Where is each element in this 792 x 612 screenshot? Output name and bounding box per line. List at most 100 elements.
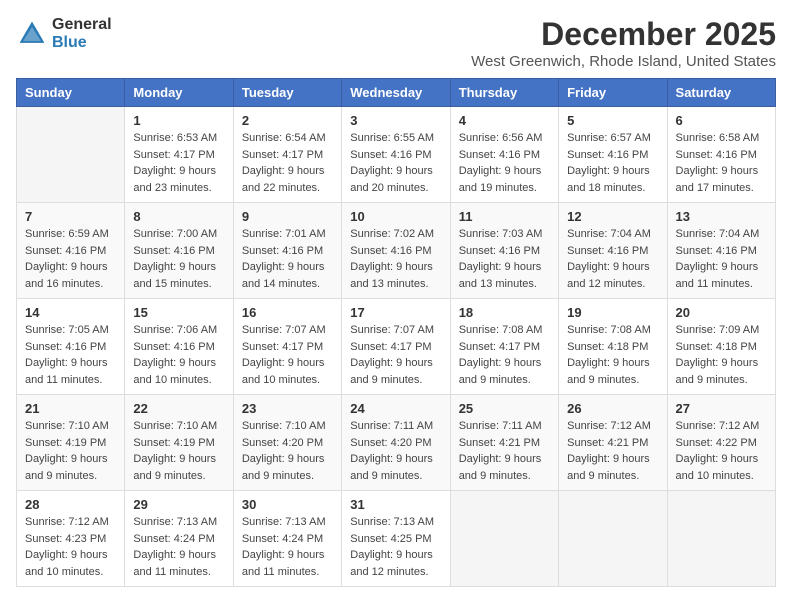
sunrise-text: Sunrise: 7:04 AM [567, 228, 651, 240]
day-info: Sunrise: 7:05 AM Sunset: 4:16 PM Dayligh… [25, 322, 116, 388]
day-info: Sunrise: 7:11 AM Sunset: 4:21 PM Dayligh… [459, 418, 550, 484]
calendar-cell: 21 Sunrise: 7:10 AM Sunset: 4:19 PM Dayl… [17, 395, 125, 491]
sunset-text: Sunset: 4:16 PM [133, 245, 214, 257]
daylight-text: Daylight: 9 hours and 16 minutes. [25, 261, 108, 290]
day-number: 4 [459, 113, 550, 128]
weekday-header: Friday [559, 79, 667, 107]
weekday-header: Tuesday [233, 79, 341, 107]
sunrise-text: Sunrise: 7:13 AM [133, 516, 217, 528]
day-number: 7 [25, 209, 116, 224]
weekday-header: Saturday [667, 79, 775, 107]
day-number: 16 [242, 305, 333, 320]
day-number: 29 [133, 497, 224, 512]
day-info: Sunrise: 7:08 AM Sunset: 4:18 PM Dayligh… [567, 322, 658, 388]
day-info: Sunrise: 7:04 AM Sunset: 4:16 PM Dayligh… [676, 226, 767, 292]
sunrise-text: Sunrise: 7:12 AM [567, 420, 651, 432]
sunset-text: Sunset: 4:18 PM [567, 341, 648, 353]
sunset-text: Sunset: 4:16 PM [459, 245, 540, 257]
sunrise-text: Sunrise: 7:10 AM [133, 420, 217, 432]
daylight-text: Daylight: 9 hours and 11 minutes. [676, 261, 759, 290]
calendar-cell: 29 Sunrise: 7:13 AM Sunset: 4:24 PM Dayl… [125, 491, 233, 587]
day-info: Sunrise: 7:12 AM Sunset: 4:22 PM Dayligh… [676, 418, 767, 484]
day-number: 31 [350, 497, 441, 512]
day-info: Sunrise: 6:54 AM Sunset: 4:17 PM Dayligh… [242, 130, 333, 196]
calendar-cell: 22 Sunrise: 7:10 AM Sunset: 4:19 PM Dayl… [125, 395, 233, 491]
month-title: December 2025 [471, 16, 776, 53]
day-number: 1 [133, 113, 224, 128]
daylight-text: Daylight: 9 hours and 9 minutes. [567, 357, 650, 386]
weekday-header: Monday [125, 79, 233, 107]
sunrise-text: Sunrise: 7:06 AM [133, 324, 217, 336]
calendar-cell: 20 Sunrise: 7:09 AM Sunset: 4:18 PM Dayl… [667, 299, 775, 395]
daylight-text: Daylight: 9 hours and 14 minutes. [242, 261, 325, 290]
daylight-text: Daylight: 9 hours and 15 minutes. [133, 261, 216, 290]
calendar-cell: 13 Sunrise: 7:04 AM Sunset: 4:16 PM Dayl… [667, 203, 775, 299]
calendar-cell: 10 Sunrise: 7:02 AM Sunset: 4:16 PM Dayl… [342, 203, 450, 299]
calendar-cell: 27 Sunrise: 7:12 AM Sunset: 4:22 PM Dayl… [667, 395, 775, 491]
daylight-text: Daylight: 9 hours and 18 minutes. [567, 165, 650, 194]
daylight-text: Daylight: 9 hours and 10 minutes. [25, 549, 108, 578]
sunrise-text: Sunrise: 6:59 AM [25, 228, 109, 240]
calendar-cell: 5 Sunrise: 6:57 AM Sunset: 4:16 PM Dayli… [559, 107, 667, 203]
day-number: 14 [25, 305, 116, 320]
daylight-text: Daylight: 9 hours and 22 minutes. [242, 165, 325, 194]
day-info: Sunrise: 6:53 AM Sunset: 4:17 PM Dayligh… [133, 130, 224, 196]
sunset-text: Sunset: 4:19 PM [133, 437, 214, 449]
sunset-text: Sunset: 4:17 PM [459, 341, 540, 353]
sunrise-text: Sunrise: 7:11 AM [350, 420, 433, 432]
day-info: Sunrise: 7:06 AM Sunset: 4:16 PM Dayligh… [133, 322, 224, 388]
day-number: 27 [676, 401, 767, 416]
day-info: Sunrise: 6:55 AM Sunset: 4:16 PM Dayligh… [350, 130, 441, 196]
sunrise-text: Sunrise: 7:07 AM [350, 324, 434, 336]
calendar-cell: 12 Sunrise: 7:04 AM Sunset: 4:16 PM Dayl… [559, 203, 667, 299]
daylight-text: Daylight: 9 hours and 20 minutes. [350, 165, 433, 194]
calendar-week-row: 1 Sunrise: 6:53 AM Sunset: 4:17 PM Dayli… [17, 107, 776, 203]
sunrise-text: Sunrise: 6:56 AM [459, 132, 543, 144]
sunrise-text: Sunrise: 7:00 AM [133, 228, 217, 240]
day-number: 8 [133, 209, 224, 224]
daylight-text: Daylight: 9 hours and 19 minutes. [459, 165, 542, 194]
calendar-cell: 24 Sunrise: 7:11 AM Sunset: 4:20 PM Dayl… [342, 395, 450, 491]
sunset-text: Sunset: 4:16 PM [350, 149, 431, 161]
calendar-cell: 19 Sunrise: 7:08 AM Sunset: 4:18 PM Dayl… [559, 299, 667, 395]
sunset-text: Sunset: 4:20 PM [242, 437, 323, 449]
day-info: Sunrise: 7:08 AM Sunset: 4:17 PM Dayligh… [459, 322, 550, 388]
day-info: Sunrise: 6:57 AM Sunset: 4:16 PM Dayligh… [567, 130, 658, 196]
calendar-cell [559, 491, 667, 587]
sunrise-text: Sunrise: 6:58 AM [676, 132, 760, 144]
calendar-cell: 15 Sunrise: 7:06 AM Sunset: 4:16 PM Dayl… [125, 299, 233, 395]
day-info: Sunrise: 7:07 AM Sunset: 4:17 PM Dayligh… [242, 322, 333, 388]
day-info: Sunrise: 7:10 AM Sunset: 4:19 PM Dayligh… [25, 418, 116, 484]
daylight-text: Daylight: 9 hours and 9 minutes. [459, 453, 542, 482]
day-number: 24 [350, 401, 441, 416]
sunset-text: Sunset: 4:22 PM [676, 437, 757, 449]
sunset-text: Sunset: 4:16 PM [350, 245, 431, 257]
weekday-header-row: SundayMondayTuesdayWednesdayThursdayFrid… [17, 79, 776, 107]
sunset-text: Sunset: 4:21 PM [567, 437, 648, 449]
daylight-text: Daylight: 9 hours and 17 minutes. [676, 165, 759, 194]
sunrise-text: Sunrise: 7:13 AM [242, 516, 326, 528]
sunset-text: Sunset: 4:16 PM [567, 149, 648, 161]
daylight-text: Daylight: 9 hours and 9 minutes. [25, 453, 108, 482]
daylight-text: Daylight: 9 hours and 9 minutes. [350, 357, 433, 386]
calendar-cell: 28 Sunrise: 7:12 AM Sunset: 4:23 PM Dayl… [17, 491, 125, 587]
sunset-text: Sunset: 4:16 PM [567, 245, 648, 257]
calendar-cell: 7 Sunrise: 6:59 AM Sunset: 4:16 PM Dayli… [17, 203, 125, 299]
weekday-header: Wednesday [342, 79, 450, 107]
daylight-text: Daylight: 9 hours and 9 minutes. [242, 453, 325, 482]
header: General Blue December 2025 West Greenwic… [16, 16, 776, 70]
calendar-cell: 18 Sunrise: 7:08 AM Sunset: 4:17 PM Dayl… [450, 299, 558, 395]
day-info: Sunrise: 7:04 AM Sunset: 4:16 PM Dayligh… [567, 226, 658, 292]
day-number: 5 [567, 113, 658, 128]
sunset-text: Sunset: 4:16 PM [459, 149, 540, 161]
sunrise-text: Sunrise: 7:12 AM [25, 516, 109, 528]
sunrise-text: Sunrise: 7:08 AM [459, 324, 543, 336]
calendar-cell: 11 Sunrise: 7:03 AM Sunset: 4:16 PM Dayl… [450, 203, 558, 299]
day-number: 20 [676, 305, 767, 320]
daylight-text: Daylight: 9 hours and 12 minutes. [567, 261, 650, 290]
day-number: 28 [25, 497, 116, 512]
sunset-text: Sunset: 4:16 PM [25, 341, 106, 353]
sunrise-text: Sunrise: 7:03 AM [459, 228, 543, 240]
day-info: Sunrise: 7:10 AM Sunset: 4:20 PM Dayligh… [242, 418, 333, 484]
day-info: Sunrise: 7:12 AM Sunset: 4:21 PM Dayligh… [567, 418, 658, 484]
